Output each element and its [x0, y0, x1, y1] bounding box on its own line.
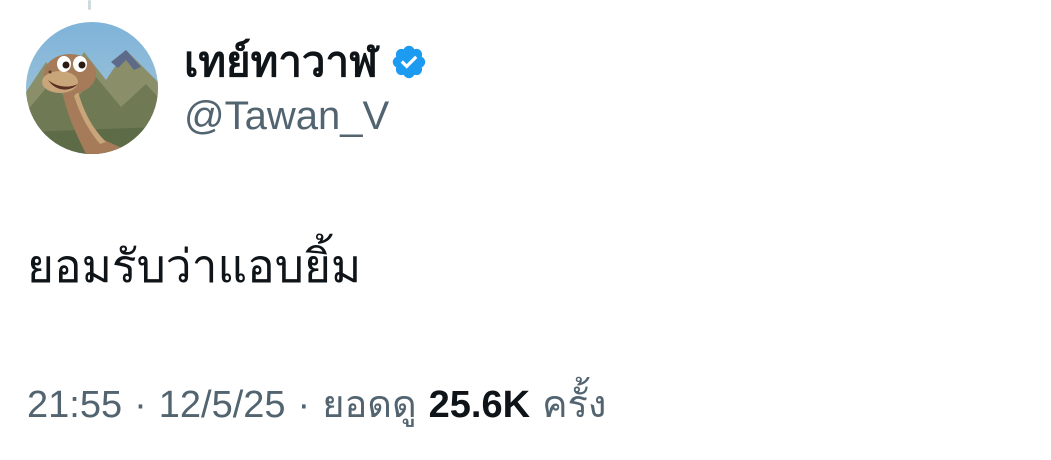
tweet-time[interactable]: 21:55: [27, 380, 122, 430]
avatar[interactable]: [26, 22, 158, 154]
author-display-name[interactable]: เทย์ทาวาฬ: [184, 37, 378, 87]
tweet-date[interactable]: 12/5/25: [159, 380, 286, 430]
meta-separator: ·: [297, 384, 311, 426]
thread-connector-line: [88, 0, 91, 10]
meta-separator: ·: [134, 384, 147, 426]
author-name-row: เทย์ทาวาฬ: [184, 37, 428, 87]
tweet-meta: 21:55 · 12/5/25 · ยอดดู 25.6K ครั้ง: [27, 380, 606, 430]
author-handle[interactable]: @Tawan_V: [184, 92, 389, 140]
verified-badge-icon[interactable]: [390, 43, 428, 81]
tweet-text: ยอมรับว่าแอบยิ้ม: [27, 240, 362, 292]
views-suffix: ครั้ง: [542, 384, 607, 426]
views-count[interactable]: 25.6K: [429, 380, 530, 430]
dinosaur-avatar-icon: [26, 22, 158, 154]
views-label: ยอดดู: [322, 384, 417, 426]
